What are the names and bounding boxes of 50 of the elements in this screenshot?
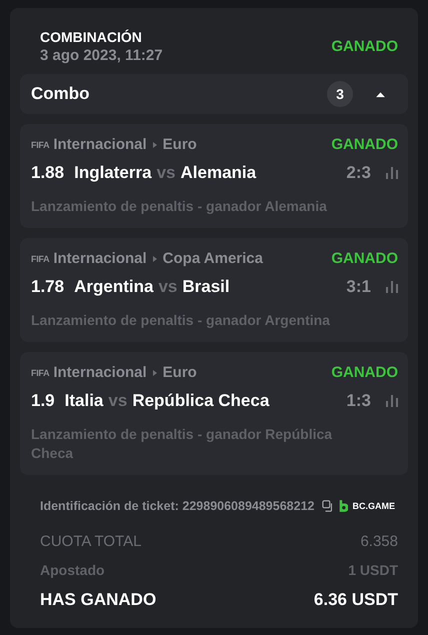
home-team: Inglaterra <box>74 163 152 183</box>
score: 3:1 <box>346 277 371 297</box>
odds-value: 1.78 <box>31 277 64 297</box>
league-label: Copa America <box>162 250 263 267</box>
selection-status: GANADO <box>331 250 398 267</box>
league-logo: FIFA <box>31 140 50 150</box>
stats-icon[interactable] <box>386 281 398 293</box>
chevron-icon <box>152 256 157 262</box>
league-label: Euro <box>162 136 197 153</box>
copy-icon[interactable] <box>322 500 334 512</box>
bet-type-label: COMBINACIÓN <box>40 28 143 44</box>
caret-icon[interactable] <box>375 90 386 98</box>
summary-label: CUOTA TOTAL <box>40 533 142 550</box>
bet-status: GANADO <box>331 38 398 54</box>
league-logo: FIFA <box>31 254 50 264</box>
brand-logo-icon <box>338 500 348 512</box>
combo-header[interactable]: Combo 3 <box>20 74 408 114</box>
league-label: Euro <box>162 364 197 381</box>
category-label: Internacional <box>53 250 147 267</box>
stats-icon[interactable] <box>386 395 398 407</box>
score: 2:3 <box>346 163 371 183</box>
home-team: Argentina <box>74 277 154 297</box>
versus-label: vs <box>156 163 176 183</box>
bet-date: 3 ago 2023, 11:27 <box>40 46 163 64</box>
summary-label: Apostado <box>40 562 105 578</box>
away-team: Alemania <box>180 163 256 183</box>
odds-value: 1.9 <box>31 391 55 411</box>
score: 1:3 <box>346 391 371 411</box>
league-logo: FIFA <box>31 368 50 378</box>
category-label: Internacional <box>53 364 147 381</box>
summary-value: 1 USDT <box>348 562 398 578</box>
home-team: Italia <box>64 391 104 411</box>
stats-icon[interactable] <box>386 167 398 179</box>
selection-status: GANADO <box>331 364 398 381</box>
chevron-icon <box>152 142 157 148</box>
versus-label: vs <box>158 277 178 297</box>
chevron-icon <box>152 370 157 376</box>
brand-name: BC.GAME <box>352 501 395 511</box>
summary-value: 6.358 <box>360 533 398 550</box>
away-team: Brasil <box>182 277 230 297</box>
away-team: República Checa <box>132 391 270 411</box>
summary-value: 6.36 USDT <box>314 590 398 610</box>
odds-value: 1.88 <box>31 163 64 183</box>
summary-label: HAS GANADO <box>40 590 156 610</box>
selection-status: GANADO <box>331 136 398 153</box>
versus-label: vs <box>108 391 128 411</box>
category-label: Internacional <box>53 136 147 153</box>
ticket-id: Identificación de ticket: 2298906089489568212 <box>40 499 314 513</box>
combo-label: Combo <box>31 84 91 104</box>
count-badge: 3 <box>327 81 353 107</box>
